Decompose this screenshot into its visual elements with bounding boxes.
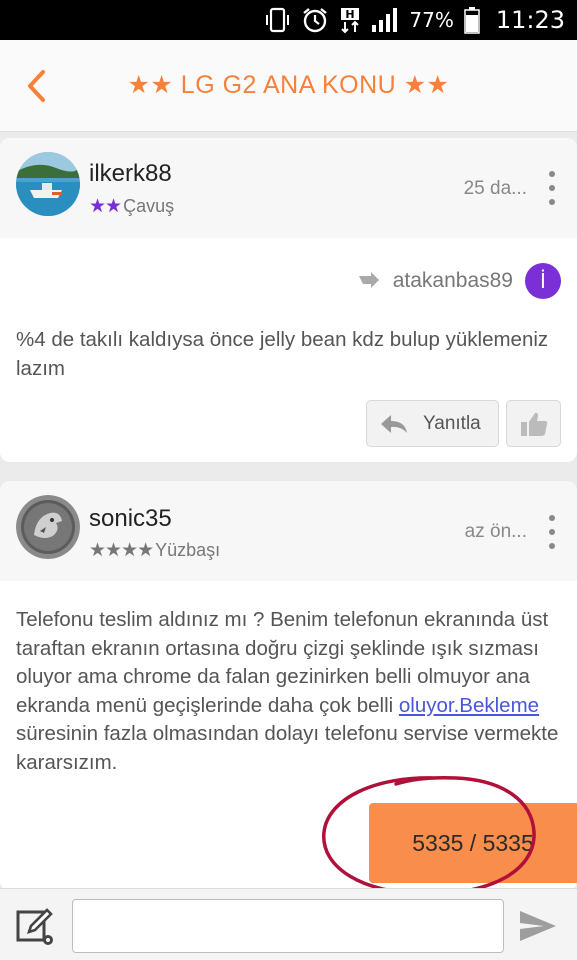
quoted-user-avatar: İ: [525, 263, 561, 299]
compose-button[interactable]: [14, 905, 58, 949]
edit-settings-icon: [16, 908, 53, 945]
rank-stars: ★★★★: [89, 540, 154, 561]
reply-arrow-icon: [358, 272, 379, 288]
signal-icon: [371, 6, 399, 34]
rank-name: Yüzbaşı: [155, 540, 221, 560]
reply-icon: [381, 414, 407, 433]
message-input[interactable]: [72, 899, 504, 953]
avatar[interactable]: [16, 152, 80, 216]
status-bar: H 77% 11:23: [0, 0, 577, 40]
username[interactable]: sonic35: [89, 505, 172, 533]
quoted-user[interactable]: atakanbas89 İ: [357, 263, 561, 299]
post-body: %4 de takılı kaldıysa önce jelly bean kd…: [16, 328, 549, 380]
quoted-username: atakanbas89: [392, 269, 513, 292]
more-options-button[interactable]: [545, 171, 559, 205]
rank-stars: ★★: [89, 196, 122, 217]
send-button[interactable]: [516, 907, 560, 945]
post-time: 25 da...: [463, 178, 527, 199]
post-body: Telefonu teslim aldınız mı ? Benim telef…: [16, 608, 559, 774]
post-time: az ön...: [464, 521, 527, 542]
user-rank: ★★ Çavuş: [89, 195, 174, 218]
avatar[interactable]: [16, 495, 80, 559]
compose-bar: [0, 888, 577, 960]
rank-name: Çavuş: [123, 196, 175, 216]
svg-text:H: H: [346, 8, 355, 21]
more-vert-icon: [549, 515, 555, 521]
more-vert-icon: [549, 171, 555, 177]
chevron-left-icon: [28, 70, 45, 102]
reply-button[interactable]: Yanıtla: [366, 400, 499, 447]
username[interactable]: ilkerk88: [89, 160, 172, 188]
battery-icon: [464, 6, 480, 34]
phone-vibrate-icon: [265, 6, 291, 34]
battery-percent: 77%: [409, 8, 454, 32]
thumbs-up-icon: [520, 412, 547, 436]
user-rank: ★★★★ Yüzbaşı: [89, 539, 220, 562]
send-icon: [520, 911, 556, 941]
back-button[interactable]: [18, 66, 54, 106]
clock: 11:23: [495, 6, 565, 34]
page-counter[interactable]: 5335 / 5335: [369, 803, 577, 883]
h-data-icon: H: [339, 6, 361, 34]
alarm-icon: [301, 6, 329, 34]
more-options-button[interactable]: [545, 515, 559, 549]
reply-label: Yanıtla: [423, 412, 481, 434]
post-link[interactable]: oluyor.Bekleme: [399, 694, 539, 717]
app-header: ★★ LG G2 ANA KONU ★★: [0, 40, 577, 132]
like-button[interactable]: [506, 400, 561, 447]
page-title: ★★ LG G2 ANA KONU ★★: [127, 71, 450, 99]
